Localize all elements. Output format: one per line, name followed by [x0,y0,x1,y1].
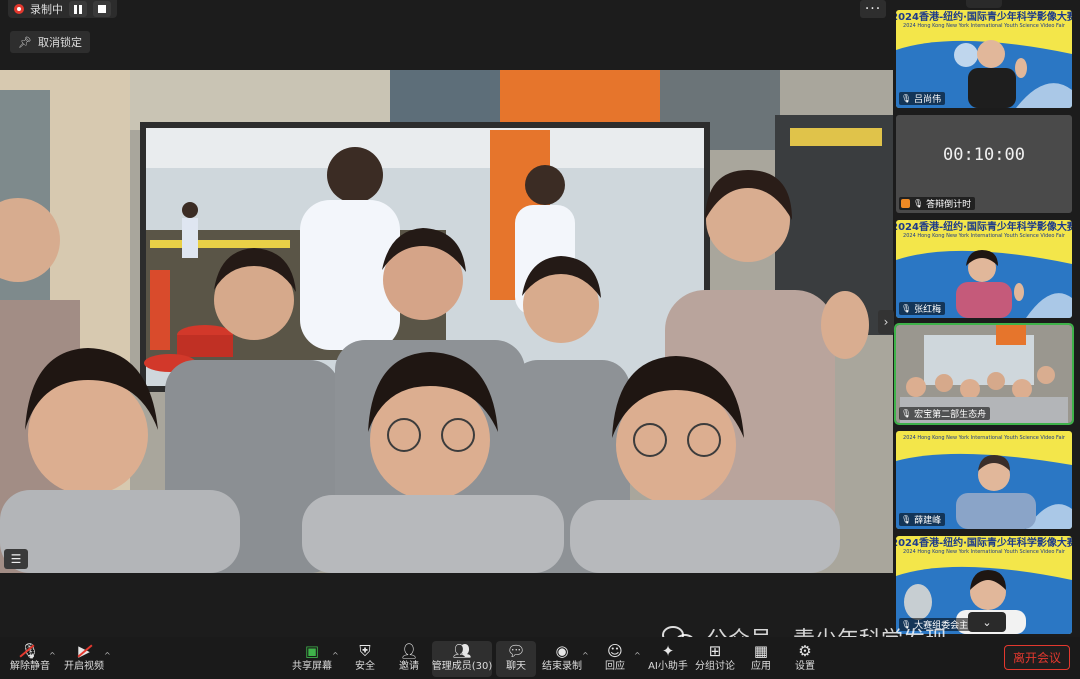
video-tile-1[interactable]: 2024香港-纽约·国际青少年科学影像大赛 2024 Hong Kong New… [896,10,1072,108]
tile-3-banner: 2024香港-纽约·国际青少年科学影像大赛 2024 Hong Kong New… [896,220,1072,242]
gear-icon: ⚙ [798,642,812,660]
recording-label: 录制中 [30,3,63,16]
video-tile-3[interactable]: 2024香港-纽约·国际青少年科学影像大赛 2024 Hong Kong New… [896,220,1072,318]
stop-record-icon: ◉ [555,642,569,660]
tile-3-banner-title: 2024香港-纽约·国际青少年科学影像大赛 [896,222,1072,233]
tile-1-banner-subtitle: 2024 Hong Kong New York International Yo… [903,23,1065,29]
smile-icon: ☺ [607,642,623,660]
end-recording-label: 结束录制 [542,661,582,672]
add-user-icon: 👤︎ [399,642,419,660]
tile-3-banner-subtitle: 2024 Hong Kong New York International Yo… [903,233,1065,239]
tile-5-banner: 2024 Hong Kong New York International Yo… [896,431,1072,445]
tile-3-nameplate: 🎙︎ 张红梅 [899,302,946,315]
security-label: 安全 [355,661,375,672]
start-video-button[interactable]: ▶︎ 开启视频 [58,641,110,677]
pause-recording-button[interactable] [69,1,87,17]
tile-4-nameplate: 🎙︎ 宏宝第二部生态舟 [899,407,991,420]
reactions-label: 回应 [605,661,625,672]
meeting-toolbar: 🎙︎ 解除静音 ^ ▶︎ 开启视频 ^ ▣ 共享屏幕 ^ ⛨ 安全 👤︎ 邀请 … [0,637,1080,679]
tile-1-name: 吕尚伟 [914,95,942,105]
pinned-video[interactable] [0,70,893,573]
leave-meeting-button[interactable]: 离开会议 [1004,645,1070,670]
invite-button[interactable]: 👤︎ 邀请 [383,641,435,677]
tile-1-banner-title: 2024香港-纽约·国际青少年科学影像大赛 [896,12,1072,23]
mic-muted-icon: 🎙︎ [20,642,40,660]
unpin-button[interactable]: 📌︎ 取消锁定 [10,31,90,53]
tile-5-banner-subtitle: 2024 Hong Kong New York International Yo… [903,434,1065,441]
manage-members-button[interactable]: 👥︎ 管理成员(30) [432,641,492,677]
share-screen-button[interactable]: ▣ 共享屏幕 [286,641,338,677]
countdown-timer: 00:10:00 [943,145,1025,165]
audio-options-caret[interactable]: ^ [49,651,56,660]
tile-6-banner: 2024香港-纽约·国际青少年科学影像大赛 2024 Hong Kong New… [896,536,1072,558]
recording-icon [14,4,24,14]
breakout-label: 分组讨论 [695,661,735,672]
meeting-window: 录制中 📌︎ 取消锁定 ··· ☰ › 2024香港-纽约·国际青少年科学影像大… [0,0,1080,679]
tile-1-banner: 2024香港-纽约·国际青少年科学影像大赛 2024 Hong Kong New… [896,10,1072,32]
pause-icon [74,4,82,14]
mic-icon: 🎙︎ [901,94,912,103]
tile-2-nameplate: 🎙︎ 答辩倒计时 [899,197,976,210]
pin-icon: 📌︎ [18,35,32,49]
tile-5-nameplate: 🎙︎ 薛建峰 [899,513,946,526]
settings-label: 设置 [795,661,815,672]
ai-assistant-icon: ✦ [661,642,675,660]
recording-options-caret[interactable]: ^ [582,651,589,660]
end-recording-button[interactable]: ◉ 结束录制 [536,641,588,677]
mic-icon: 🎙︎ [901,409,912,418]
apps-icon: ▦ [753,642,769,660]
share-screen-icon: ▣ [304,642,320,660]
mic-icon: 🎙︎ [901,515,912,524]
strip-scroll-down-button[interactable]: ⌄ [968,612,1006,632]
unpin-label: 取消锁定 [37,36,82,49]
tile-4-name: 宏宝第二部生态舟 [914,410,987,420]
chevron-down-icon: ⌄ [982,615,992,629]
shield-icon: ⛨ [359,642,371,660]
video-tile-2[interactable]: 00:10:00 🎙︎ 答辩倒计时 [896,115,1072,213]
timer-icon [901,199,910,208]
video-tile-4-active[interactable]: 🎙︎ 宏宝第二部生态舟 [894,323,1074,425]
pinned-video-frame [0,70,893,573]
tile-3-name: 张红梅 [914,305,942,315]
chat-label: 聊天 [506,661,526,672]
tile-2-name: 答辩倒计时 [926,200,972,210]
breakout-icon: ⊞ [708,642,722,660]
video-tile-5[interactable]: 2024 Hong Kong New York International Yo… [896,431,1072,529]
apps-label: 应用 [751,661,771,672]
tile-5-name: 薛建峰 [914,516,942,526]
more-options-button[interactable]: ··· [860,0,886,18]
unmute-label: 解除静音 [10,661,50,672]
start-video-label: 开启视频 [64,661,104,672]
ai-assistant-label: AI小助手 [648,661,688,672]
mic-icon: 🎙︎ [901,304,912,313]
members-icon: 👥︎ [452,642,472,660]
invite-label: 邀请 [399,661,419,672]
stop-icon [98,5,106,13]
mic-icon: 🎙︎ [913,199,924,208]
recording-indicator: 录制中 [8,0,117,18]
reactions-options-caret[interactable]: ^ [634,651,641,660]
tile-6-banner-title: 2024香港-纽约·国际青少年科学影像大赛 [896,538,1072,549]
camera-off-icon: ▶︎ [78,642,90,660]
stop-recording-button[interactable] [93,1,111,17]
ai-assistant-button[interactable]: ✦ AI小助手 [642,641,694,677]
settings-button[interactable]: ⚙ 设置 [779,641,831,677]
chat-icon: 💬︎ [506,642,526,660]
chat-button[interactable]: 💬︎ 聊天 [496,641,536,677]
share-screen-label: 共享屏幕 [292,661,332,672]
tile-6-banner-subtitle: 2024 Hong Kong New York International Yo… [903,549,1065,555]
breakout-rooms-button[interactable]: ⊞ 分组讨论 [689,641,741,677]
share-options-caret[interactable]: ^ [332,651,339,660]
manage-members-label: 管理成员(30) [431,661,493,672]
strip-scroll-up-button[interactable] [966,0,1002,8]
chevron-right-icon[interactable]: › [878,310,894,334]
video-options-caret[interactable]: ^ [104,651,111,660]
tile-1-nameplate: 🎙︎ 吕尚伟 [899,92,946,105]
participants-list-icon[interactable]: ☰ [4,549,28,569]
